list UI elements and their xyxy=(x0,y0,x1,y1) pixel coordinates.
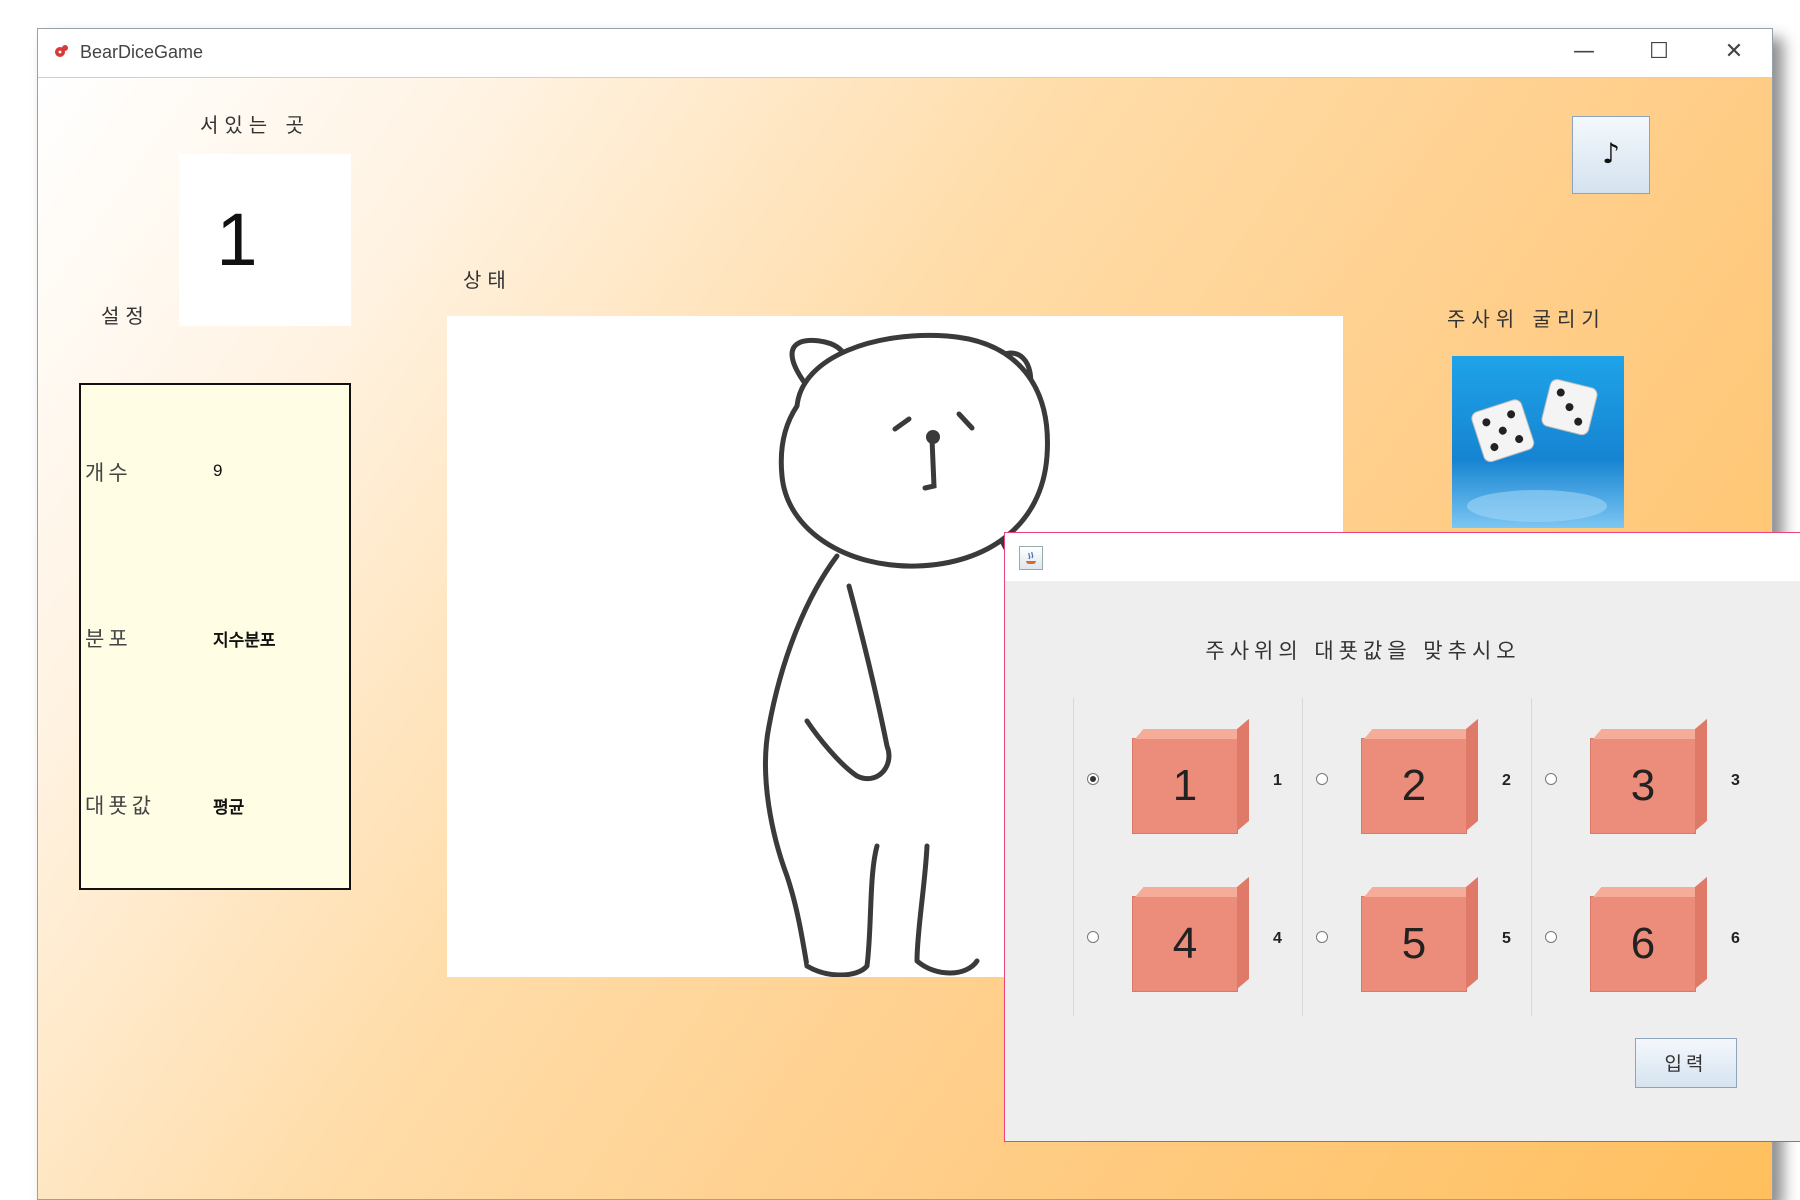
window-title: BearDiceGame xyxy=(80,42,204,62)
status-label: 상태 xyxy=(463,268,512,292)
option-1-radio[interactable] xyxy=(1087,773,1099,785)
die-number-5: 5 xyxy=(1401,919,1427,968)
option-5-radio[interactable] xyxy=(1316,931,1328,943)
position-value: 1 xyxy=(216,198,258,281)
app-icon xyxy=(55,45,68,57)
die-image-1[interactable]: 1 xyxy=(1132,718,1250,834)
settings-distribution-key: 분포 xyxy=(85,627,132,651)
dialog-heading: 주사위의 대푯값을 맞추시오 xyxy=(1205,639,1521,663)
die-image-5[interactable]: 5 xyxy=(1361,876,1479,992)
option-6-label[interactable]: 6 xyxy=(1731,930,1740,948)
die-number-6: 6 xyxy=(1630,919,1656,968)
die-image-3[interactable]: 3 xyxy=(1590,718,1708,834)
settings-distribution-value: 지수분포 xyxy=(213,631,276,650)
option-5-label[interactable]: 5 xyxy=(1502,930,1511,948)
option-2-label[interactable]: 2 xyxy=(1502,772,1511,790)
die-image-4[interactable]: 4 xyxy=(1132,876,1250,992)
submit-button[interactable]: 입력 xyxy=(1635,1038,1737,1088)
column-divider xyxy=(1531,698,1532,1016)
die-image-2[interactable]: 2 xyxy=(1361,718,1479,834)
settings-representative-key: 대푯값 xyxy=(85,794,155,818)
die-number-2: 2 xyxy=(1401,761,1427,810)
option-4-radio[interactable] xyxy=(1087,931,1099,943)
settings-label: 설정 xyxy=(101,304,150,328)
die-image-6[interactable]: 6 xyxy=(1590,876,1708,992)
option-3-radio[interactable] xyxy=(1545,773,1557,785)
roll-dice-button[interactable] xyxy=(1452,356,1624,528)
title-bar[interactable]: BearDiceGame — ☐ ✕ xyxy=(38,29,1772,78)
option-6-radio[interactable] xyxy=(1545,931,1557,943)
column-divider xyxy=(1073,698,1074,1016)
die-number-1: 1 xyxy=(1172,761,1198,810)
column-divider xyxy=(1302,698,1303,1016)
dice-icon xyxy=(1452,356,1624,528)
java-icon xyxy=(1019,546,1043,570)
maximize-button[interactable]: ☐ xyxy=(1623,29,1695,75)
option-1-label[interactable]: 1 xyxy=(1273,772,1282,790)
option-4-label[interactable]: 4 xyxy=(1273,930,1282,948)
die-number-4: 4 xyxy=(1172,919,1198,968)
guess-dialog: 주사위의 대푯값을 맞추시오 1 1 2 2 3 3 4 4 5 5 6 6 입… xyxy=(1004,532,1800,1142)
settings-count-key: 개수 xyxy=(85,461,132,485)
option-3-label[interactable]: 3 xyxy=(1731,772,1740,790)
settings-representative-value: 평균 xyxy=(213,798,245,817)
close-button[interactable]: ✕ xyxy=(1698,29,1770,75)
music-toggle-button[interactable]: ♪ xyxy=(1572,116,1650,194)
position-display: 1 xyxy=(179,154,351,326)
option-2-radio[interactable] xyxy=(1316,773,1328,785)
settings-panel: 개수 9 분포 지수분포 대푯값 평균 xyxy=(79,383,351,890)
die-number-3: 3 xyxy=(1630,761,1656,810)
position-label: 서있는 곳 xyxy=(200,113,310,137)
dialog-title-bar[interactable] xyxy=(1005,533,1800,581)
settings-count-value: 9 xyxy=(213,461,223,480)
roll-dice-label: 주사위 굴리기 xyxy=(1447,307,1606,331)
minimize-button[interactable]: — xyxy=(1548,29,1620,75)
